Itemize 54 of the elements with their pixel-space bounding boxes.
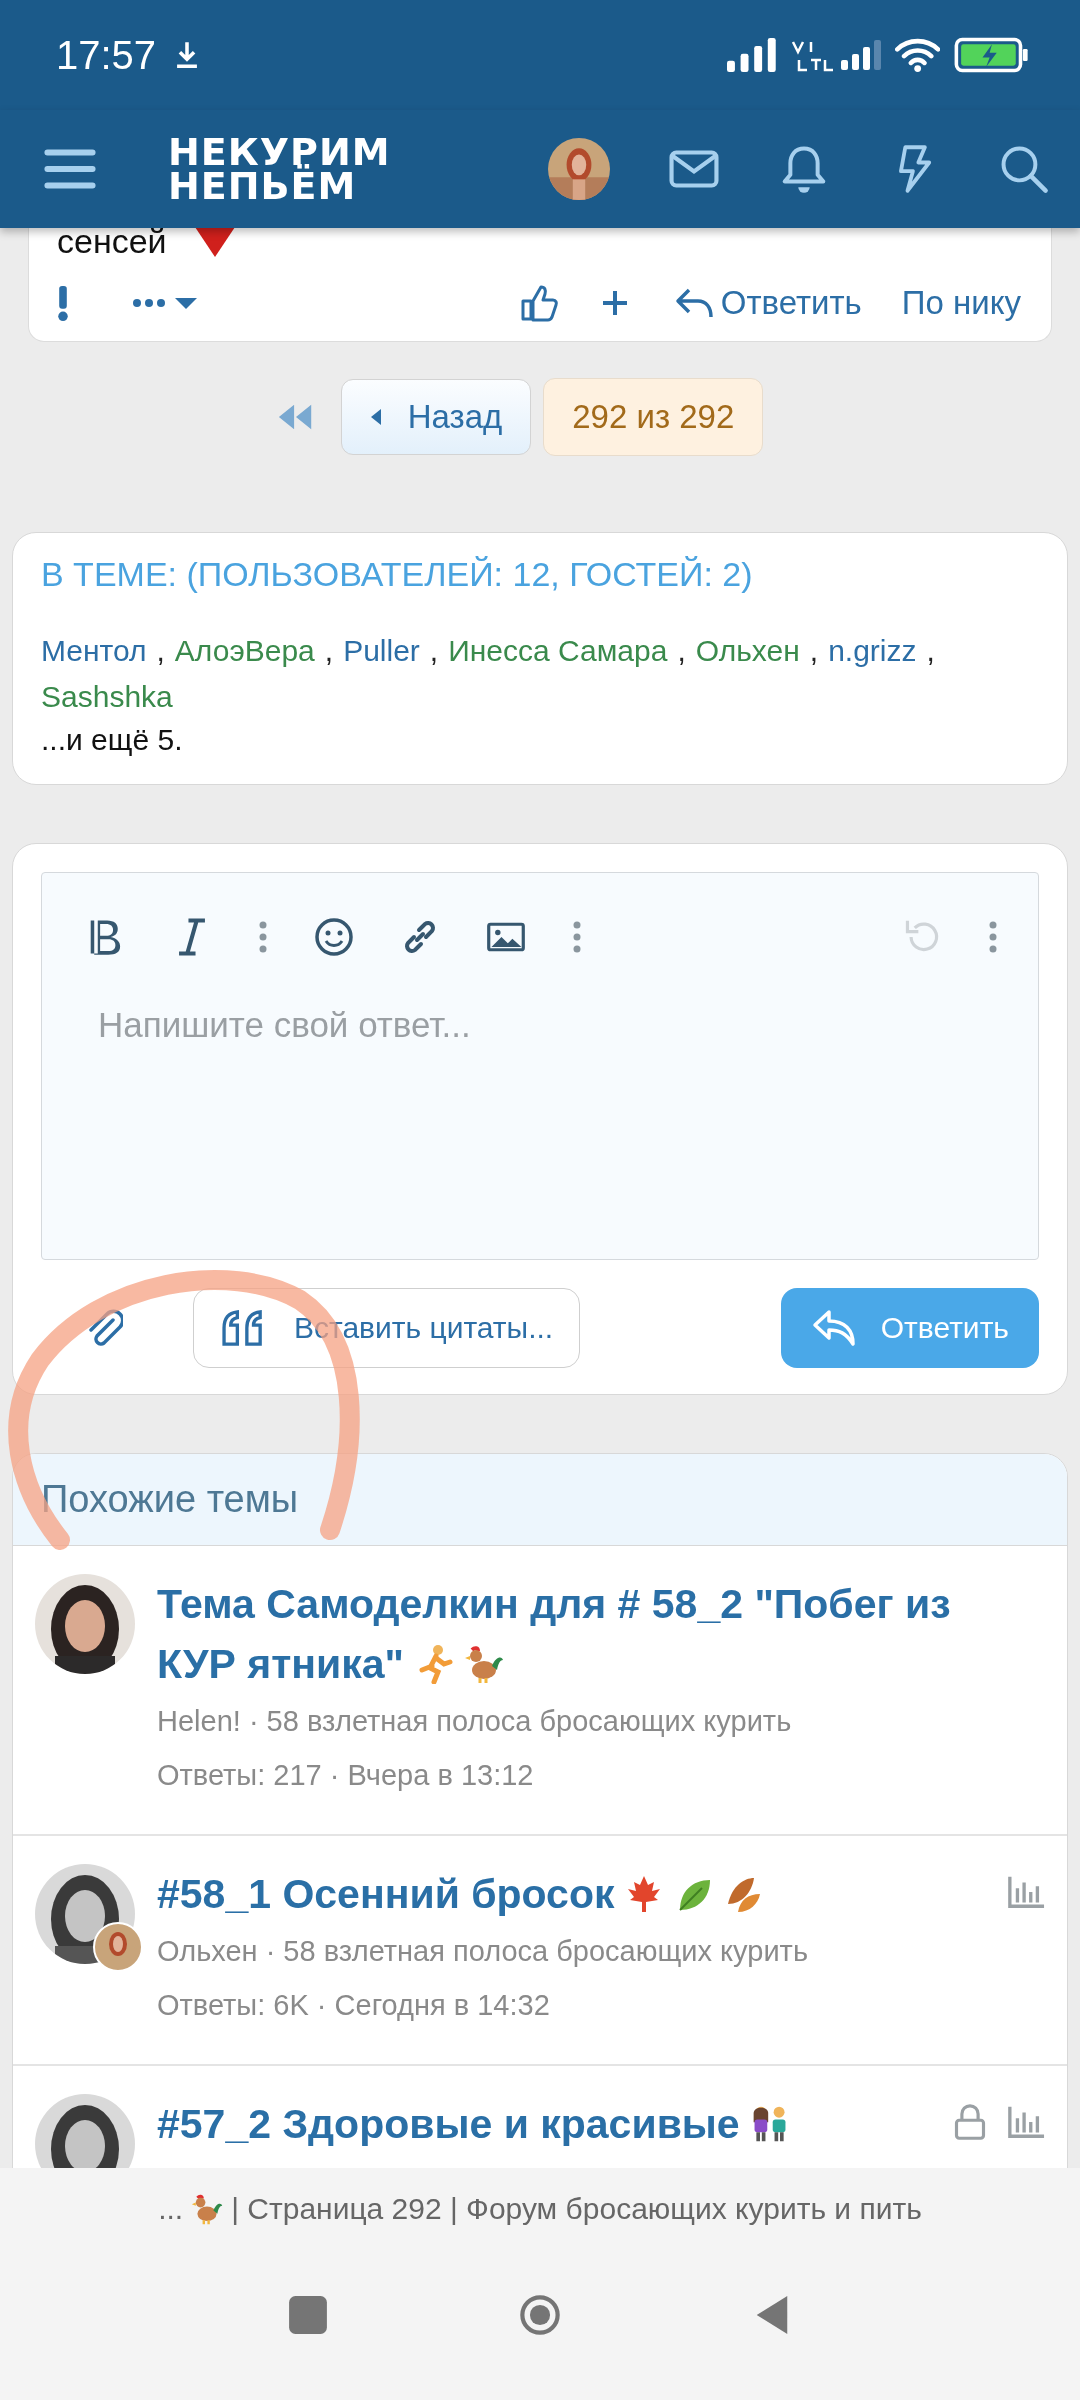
clock: 17:57: [56, 32, 157, 78]
site-logo[interactable]: НЕКУРИМ НЕПЬЁМ: [168, 135, 391, 203]
online-title: В ТЕМЕ: (ПОЛЬЗОВАТЕЛЕЙ: 12, ГОСТЕЙ: 2): [41, 555, 754, 594]
home-icon[interactable]: [519, 2294, 561, 2336]
user-link[interactable]: Ольхен: [695, 630, 800, 672]
reply-icon: [810, 1308, 857, 1348]
page-title: | Страница 292 | Форум бросающих курить и пить: [231, 2192, 922, 2226]
separator: ,: [429, 633, 439, 669]
user-link[interactable]: Ментол: [41, 630, 147, 672]
user-link[interactable]: Инесса Самара: [448, 630, 668, 672]
post-text: сенсей: [57, 228, 167, 261]
separator: ,: [809, 633, 819, 669]
back-button[interactable]: Назад: [340, 379, 532, 455]
user-link[interactable]: АлоэВера: [174, 630, 315, 672]
reply-icon: [674, 286, 715, 320]
user-link[interactable]: Sashshka: [41, 676, 173, 718]
separator: ,: [156, 633, 165, 669]
rooster-icon: [191, 2193, 224, 2225]
thread-title[interactable]: Тема Самоделкин для # 58_2 "Побег из КУР ятника": [157, 1574, 1027, 1694]
caret-icon: [369, 407, 382, 427]
bar-chart-icon[interactable]: [1007, 1874, 1045, 1910]
rooster-icon: [464, 1644, 505, 1684]
thread-stats: Ответы: 217 · Вчера в 13:12: [157, 1758, 535, 1793]
insert-quotes-button[interactable]: Вставить цитаты...: [193, 1288, 581, 1368]
battery-icon: [954, 37, 1030, 73]
volte-signal-icon: [790, 38, 881, 72]
smiley-icon[interactable]: [314, 917, 354, 957]
bar-chart-icon[interactable]: [1007, 2104, 1045, 2140]
report-icon[interactable]: [57, 284, 69, 322]
thread-stats: Ответы: 6K · Сегодня в 14:32: [157, 1988, 551, 2023]
separator: ,: [926, 633, 935, 669]
page-indicator[interactable]: 292 из 292: [543, 378, 764, 456]
more-options-icon[interactable]: [572, 919, 582, 955]
signal-icon: [726, 38, 777, 72]
thread-item[interactable]: Тема Самоделкин для # 58_2 "Побег из КУР ятника" Helen! · 58 взлетная полоса бросающих курить Ответы: 217 · Вчера в 13:12: [13, 1546, 1067, 1836]
wifi-icon: [894, 38, 940, 72]
user-link[interactable]: Puller: [343, 630, 420, 672]
separator: ,: [677, 633, 686, 669]
reply-text-field[interactable]: Напишите свой ответ...: [42, 967, 1038, 1259]
thread-meta: Ольхен · 58 взлетная полоса бросающих курить: [157, 1934, 809, 1969]
thread-meta: Helen! · 58 взлетная полоса бросающих курить: [157, 1704, 793, 1739]
page-title-prefix: ...: [158, 2192, 184, 2226]
more-users-text: ...и ещё 5.: [41, 722, 184, 758]
recents-icon[interactable]: [287, 2294, 329, 2336]
thread-title[interactable]: #57_2 Здоровые и красивые: [157, 2094, 790, 2154]
user-link[interactable]: n.grizz: [828, 630, 917, 672]
reply-link[interactable]: Ответить: [674, 284, 862, 322]
separator: ,: [324, 633, 334, 669]
reply-editor[interactable]: Напишите свой ответ...: [41, 872, 1039, 1260]
more-options-icon[interactable]: [258, 919, 268, 955]
more-options-icon[interactable]: [988, 919, 998, 955]
section-title: Похожие темы: [41, 1478, 299, 1520]
quote-by-nick-link[interactable]: По нику: [901, 284, 1021, 322]
thread-title[interactable]: #58_1 Осенний бросок: [157, 1864, 765, 1924]
